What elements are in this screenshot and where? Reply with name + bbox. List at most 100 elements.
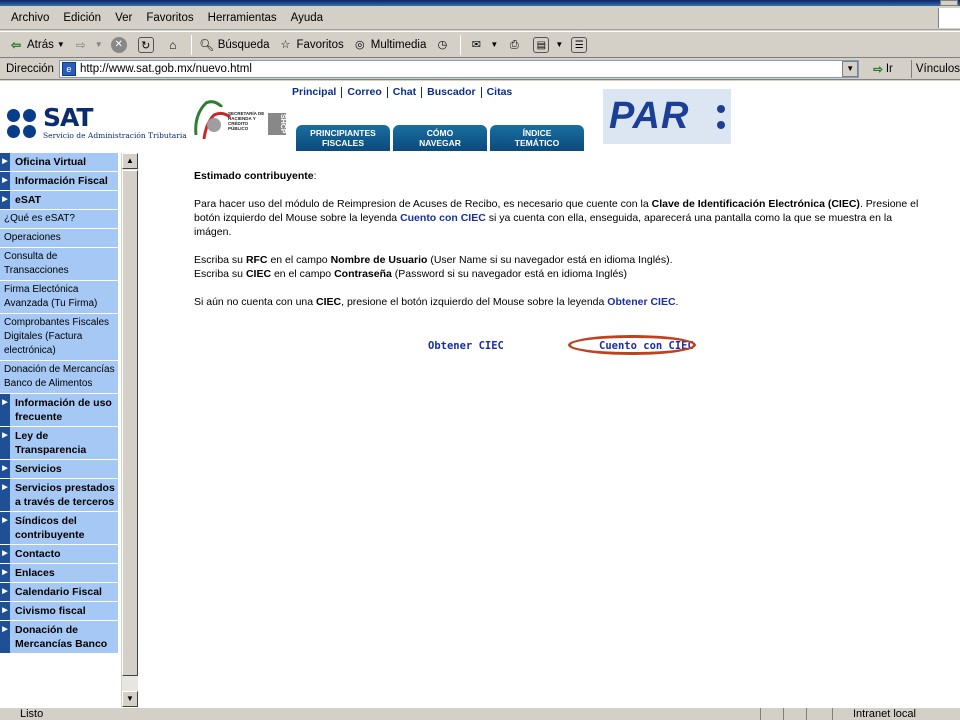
- print-icon: ⎙: [509, 38, 519, 51]
- nav-arrow-icon: ▶: [0, 621, 10, 653]
- par-logo[interactable]: PAR: [603, 89, 731, 144]
- topnav-correo[interactable]: Correo: [342, 87, 388, 98]
- topnav-citas[interactable]: Citas: [482, 87, 518, 98]
- sidebar-item[interactable]: ▶ Servicios: [0, 460, 118, 479]
- paragraph-obtener: Si aún no cuenta con una CIEC, presione …: [194, 295, 924, 309]
- sidebar-item[interactable]: ▶ Servicios prestados a través de tercero…: [0, 479, 118, 512]
- sidebar-item[interactable]: ▶ Civismo fiscal: [0, 602, 118, 621]
- sidebar-item[interactable]: ▶ Donación de Mercancías Banco: [0, 621, 118, 654]
- sidebar-item[interactable]: ▶ eSAT: [0, 191, 118, 210]
- topnav-principal[interactable]: Principal: [292, 87, 343, 98]
- sidebar-item[interactable]: Comprobantes Fiscales Digitales (Factura…: [0, 314, 118, 361]
- history-button[interactable]: ◷: [430, 34, 457, 56]
- paragraph-ciec: Escriba su CIEC en el campo Contraseña (…: [194, 267, 924, 281]
- sidebar-item-label: Información de uso frecuente: [15, 397, 112, 423]
- nav-arrow-icon: ▶: [0, 479, 10, 511]
- scroll-down-button[interactable]: ▼: [122, 691, 138, 707]
- sidebar-item-label: Civismo fiscal: [15, 605, 86, 617]
- tab-indice-tematico[interactable]: ÍNDICE TEMÁTICO: [490, 125, 584, 151]
- favorites-folder-icon: ☆: [280, 38, 291, 51]
- par-dot-icon: [717, 121, 725, 129]
- main-content: Estimado contribuyente: Para hacer uso d…: [194, 169, 924, 355]
- menu-herramientas[interactable]: Herramientas: [201, 12, 284, 24]
- history-icon: ◷: [437, 38, 448, 51]
- address-input[interactable]: e http://www.sat.gob.mx/nuevo.html ▼: [58, 60, 860, 78]
- obtener-ciec-link[interactable]: Obtener CIEC: [428, 339, 504, 353]
- p4-text: Si aún no cuenta con una: [194, 296, 317, 308]
- sidebar-item-label: Servicios: [15, 463, 62, 475]
- scroll-up-button[interactable]: ▲: [122, 153, 138, 169]
- header-tabs: PRINCIPIANTES FISCALES CÓMO NAVEGAR ÍNDI…: [296, 125, 587, 151]
- nav-arrow-icon: ▶: [0, 394, 10, 426]
- sat-dots-icon: [7, 105, 39, 141]
- search-button[interactable]: 🔍︎ Búsqueda: [195, 34, 274, 56]
- toolbar-separator: [190, 34, 192, 55]
- sidebar-item[interactable]: ▶ Calendario Fiscal: [0, 583, 118, 602]
- chevron-down-icon: ▼: [56, 40, 65, 49]
- sidebar-item-label: Oficina Virtual: [15, 156, 86, 168]
- mail-button[interactable]: ✉ ▼: [464, 34, 502, 56]
- menu-edicion[interactable]: Edición: [56, 12, 108, 24]
- print-button[interactable]: ⎙: [502, 34, 529, 56]
- scroll-thumb[interactable]: [122, 170, 138, 676]
- p2-text: en el campo: [267, 254, 331, 266]
- greeting-colon: :: [313, 170, 317, 182]
- tab-line2: TEMÁTICO: [514, 138, 560, 148]
- status-panels: [760, 708, 830, 720]
- sidebar-item[interactable]: Donación de Mercancías Banco de Alimento…: [0, 361, 118, 394]
- multimedia-button[interactable]: ◎ Multimedia: [348, 34, 431, 56]
- edit-button[interactable]: ▤ ▼: [529, 34, 567, 56]
- sidebar-item-label: Donación de Mercancías Banco de Alimento…: [4, 364, 115, 389]
- menu-favoritos[interactable]: Favoritos: [139, 12, 200, 24]
- topnav-buscador[interactable]: Buscador: [422, 87, 482, 98]
- browser-toolbar: ⇦ Atrás ▼ ⇨ ▼ ✕ ↻ ⌂ 🔍︎ Búsqueda ☆ Favori…: [0, 31, 960, 58]
- p2-bold: Nombre de Usuario: [330, 254, 428, 266]
- sidebar-item[interactable]: ▶ Enlaces: [0, 564, 118, 583]
- paragraph-ciec-intro: Para hacer uso del módulo de Reimpresion…: [194, 197, 924, 239]
- sidebar-item-label: ¿Qué es eSAT?: [4, 213, 75, 224]
- sidebar-item[interactable]: Firma Electónica Avanzada (Tu Firma): [0, 281, 118, 314]
- windows-logo-icon: [938, 8, 960, 28]
- sidebar-item[interactable]: ▶ Información de uso frecuente: [0, 394, 118, 427]
- go-button[interactable]: ⇨ Ir: [873, 62, 893, 76]
- address-url[interactable]: http://www.sat.gob.mx/nuevo.html: [80, 63, 252, 75]
- sidebar-item[interactable]: ▶ Oficina Virtual: [0, 153, 118, 172]
- links-toolbar[interactable]: Vínculos: [910, 60, 960, 78]
- sidebar-item-label: Calendario Fiscal: [15, 586, 102, 598]
- sidebar-item-label: Servicios prestados a través de terceros: [15, 482, 115, 508]
- sidebar-item[interactable]: ▶ Contacto: [0, 545, 118, 564]
- p4-link-obtener[interactable]: Obtener CIEC: [607, 296, 675, 308]
- nav-arrow-icon: ▶: [0, 564, 10, 582]
- sat-logo[interactable]: SAT Servicio de Administración Tributari…: [7, 103, 187, 143]
- address-dropdown-button[interactable]: ▼: [842, 61, 859, 77]
- home-button[interactable]: ⌂: [161, 34, 188, 56]
- sidebar-item[interactable]: ▶ Síndicos del contribuyente: [0, 512, 118, 545]
- page-scrollbar[interactable]: ▲ ▼: [121, 153, 138, 707]
- sidebar-item[interactable]: ¿Qué es eSAT?: [0, 210, 118, 229]
- stop-button[interactable]: ✕: [107, 34, 134, 56]
- sidebar-item-label: Enlaces: [15, 567, 55, 579]
- discuss-button[interactable]: ☰: [567, 34, 594, 56]
- sidebar-item[interactable]: ▶ Información Fiscal: [0, 172, 118, 191]
- topnav-chat[interactable]: Chat: [388, 87, 423, 98]
- back-button[interactable]: ⇦ Atrás ▼: [4, 34, 69, 56]
- menu-bar: Archivo Edición Ver Favoritos Herramient…: [0, 6, 960, 30]
- menu-ayuda[interactable]: Ayuda: [284, 12, 330, 24]
- menu-archivo[interactable]: Archivo: [4, 12, 56, 24]
- refresh-button[interactable]: ↻: [134, 34, 161, 56]
- tab-como-navegar[interactable]: CÓMO NAVEGAR: [393, 125, 487, 151]
- eagle-seal-icon: [194, 100, 231, 140]
- sidebar-item[interactable]: ▶ Ley de Transparencia: [0, 427, 118, 460]
- address-bar: Dirección e http://www.sat.gob.mx/nuevo.…: [0, 59, 960, 80]
- par-logo-text: PAR: [609, 95, 690, 137]
- search-icon: 🔍︎: [199, 37, 215, 52]
- menu-ver[interactable]: Ver: [108, 12, 139, 24]
- tab-principiantes-fiscales[interactable]: PRINCIPIANTES FISCALES: [296, 125, 390, 151]
- forward-button[interactable]: ⇨ ▼: [69, 34, 107, 56]
- sidebar-item[interactable]: Operaciones: [0, 229, 118, 248]
- favorites-button[interactable]: ☆ Favoritos: [273, 34, 347, 56]
- nav-arrow-icon: ▶: [0, 583, 10, 601]
- p1-link-cuento[interactable]: Cuento con CIEC: [400, 212, 486, 224]
- sidebar-item-label: Contacto: [15, 548, 61, 560]
- sidebar-item[interactable]: Consulta de Transacciones: [0, 248, 118, 281]
